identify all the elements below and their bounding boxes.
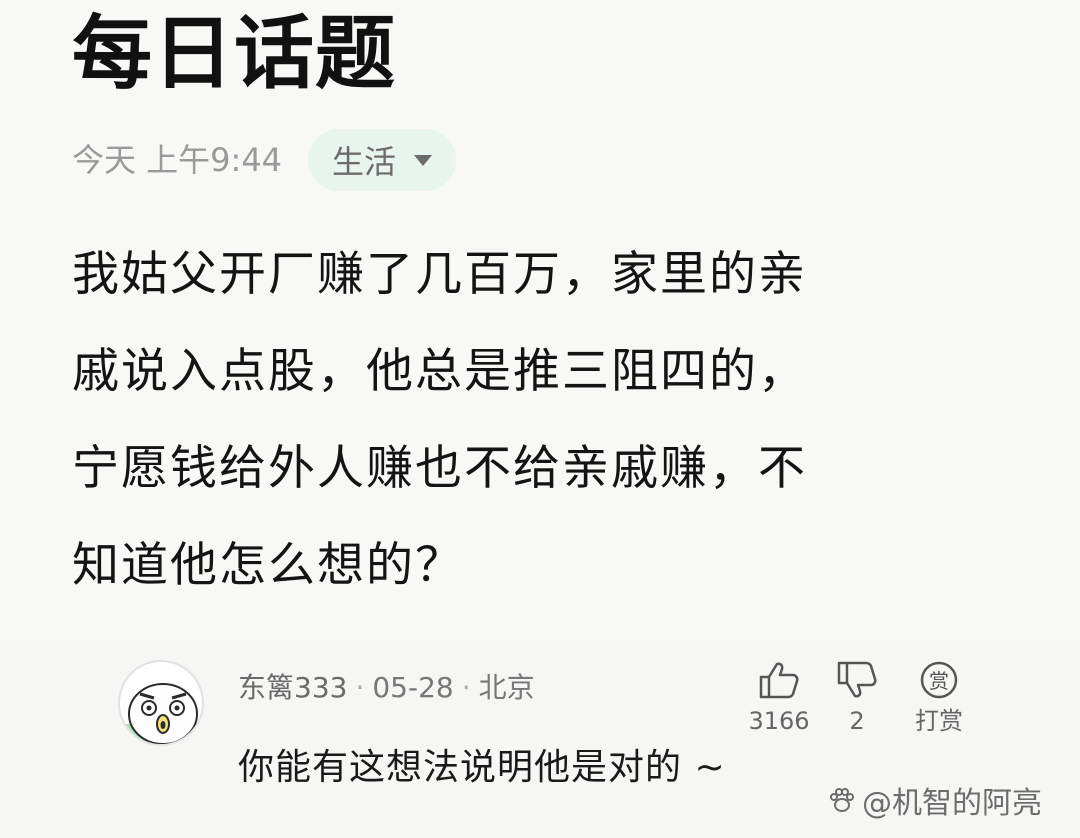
meta-separator: · (461, 671, 471, 704)
avatar-face-icon (120, 683, 202, 744)
avatar[interactable] (118, 660, 204, 746)
paw-logo-icon (830, 788, 854, 812)
post-meta: 今天 上午9:44 生活 (72, 128, 457, 192)
reward-button[interactable]: 赏 打赏 (904, 660, 974, 736)
category-dropdown[interactable]: 生活 (308, 129, 457, 191)
reward-label: 打赏 (915, 707, 963, 735)
reward-coin-icon: 赏 (920, 661, 958, 699)
question-line: 宁愿钱给外人赚也不给亲戚赚，不 (72, 441, 807, 496)
like-button[interactable]: 3166 (744, 660, 814, 736)
comment-meta: 东篱333 · 05-28 · 北京 (238, 668, 535, 708)
question-line: 戚说入点股，他总是推三阻四的， (72, 344, 807, 399)
meta-separator: · (355, 671, 365, 704)
thumbs-down-icon (837, 661, 877, 698)
like-count: 3166 (748, 707, 810, 735)
post-time: 今天 上午9:44 (72, 141, 283, 179)
page-title: 每日话题 (72, 7, 396, 100)
thumbs-up-icon (759, 662, 799, 699)
caret-down-icon (414, 154, 433, 166)
watermark: @机智的阿亮 (828, 778, 1042, 822)
comment-author[interactable]: 东篱333 (238, 668, 347, 708)
watermark-text: @机智的阿亮 (862, 786, 1042, 821)
comment-location: 北京 (478, 671, 535, 704)
question-line: 我姑父开厂赚了几百万，家里的亲 (72, 247, 807, 302)
topic-page: 每日话题 今天 上午9:44 生活 我姑父开厂赚了几百万，家里的亲 戚说入点股，… (0, 0, 1080, 838)
comment-date: 05-28 (372, 671, 454, 704)
dislike-count: 2 (849, 707, 865, 735)
category-label: 生活 (332, 143, 397, 181)
question-line: 知道他怎么想的？ (72, 538, 464, 593)
reward-icon-glyph: 赏 (929, 669, 949, 693)
dislike-button[interactable]: 2 (822, 660, 892, 736)
comment-text: 你能有这想法说明他是对的 ~ (238, 747, 726, 788)
question-text: 我姑父开厂赚了几百万，家里的亲 戚说入点股，他总是推三阻四的， 宁愿钱给外人赚也… (72, 226, 1012, 614)
